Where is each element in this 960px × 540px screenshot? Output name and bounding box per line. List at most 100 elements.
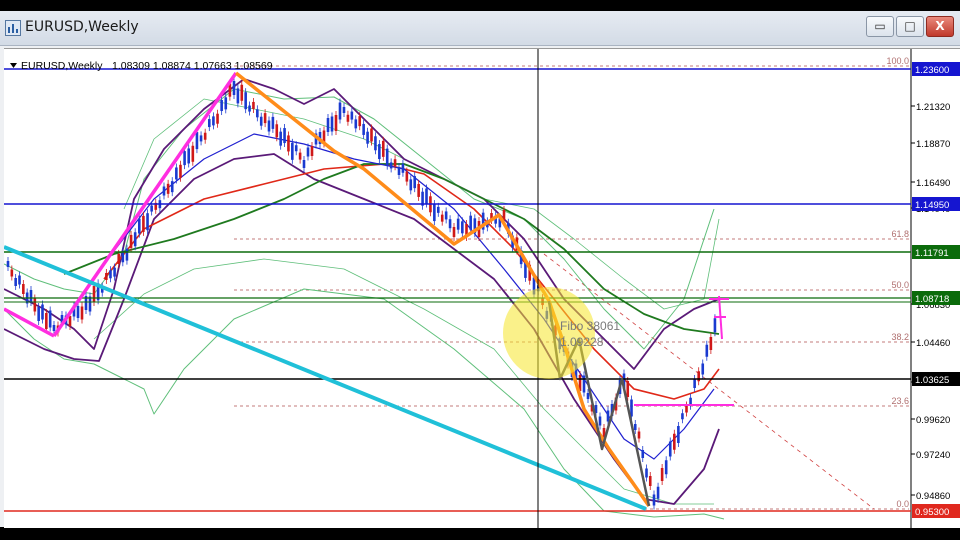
candle-body <box>436 206 440 213</box>
candle-body <box>271 116 275 129</box>
candle-body <box>417 183 420 197</box>
candle-body <box>660 468 664 481</box>
candle-body <box>656 486 660 499</box>
candle-body <box>113 267 116 277</box>
candle-body <box>673 433 676 450</box>
window-title: EURUSD,Weekly <box>25 19 139 35</box>
candle-body <box>652 494 656 506</box>
candle-body <box>45 313 48 329</box>
candle-body <box>452 227 456 237</box>
candle-body <box>358 116 362 127</box>
candle-body <box>240 84 244 101</box>
candle-body <box>330 116 334 132</box>
zigzag-orange <box>234 71 651 508</box>
candle-body <box>502 210 506 220</box>
candle-body <box>68 316 72 326</box>
fibo-level-label: 61.8 <box>891 229 909 239</box>
price-tick-label: 1.18870 <box>916 139 950 150</box>
candle-body <box>440 214 444 222</box>
maximize-button[interactable]: □ <box>896 16 924 37</box>
candle-body <box>216 113 219 124</box>
candle-body <box>29 290 33 302</box>
candle-body <box>6 261 10 267</box>
title-bar[interactable]: EURUSD,Weekly ▭ □ X <box>0 11 960 46</box>
candle-body <box>405 171 409 182</box>
candle-body <box>701 363 705 375</box>
candle-body <box>397 167 401 175</box>
candle-body <box>366 131 369 144</box>
candle-body <box>582 375 586 393</box>
candle-body <box>203 132 207 140</box>
candle-body <box>48 310 52 328</box>
chart-menu-arrow-icon[interactable] <box>10 63 17 68</box>
candle-body <box>598 416 602 426</box>
trendlines[interactable] <box>4 71 734 511</box>
candle-body <box>709 337 713 350</box>
candle-body <box>170 181 174 193</box>
candle-body <box>334 115 338 131</box>
candle-body <box>10 269 14 277</box>
candle-body <box>389 162 393 169</box>
candle-body <box>354 119 358 129</box>
candle-body <box>76 306 80 318</box>
candle-body <box>279 131 282 146</box>
fibo-level-label: 38.2 <box>891 332 909 342</box>
moving-average-green <box>63 163 720 335</box>
candle-body <box>256 109 259 118</box>
candle-body <box>294 145 298 152</box>
candle-body <box>374 136 377 151</box>
minimize-button[interactable]: ▭ <box>866 16 894 37</box>
candle-body <box>142 215 145 232</box>
candle-body <box>14 278 17 286</box>
candle-body <box>267 120 271 132</box>
candle-body <box>681 413 684 420</box>
window-controls: ▭ □ X <box>866 16 954 37</box>
fibo-tooltip-price: 1.09228 <box>560 335 604 349</box>
fibo-tooltip-name: Fibo 38061 <box>560 319 620 333</box>
candle-body <box>125 248 129 261</box>
candle-body <box>52 325 56 331</box>
candle-body <box>252 101 255 109</box>
price-chart[interactable]: 1.213201.188701.164901.140401.068301.044… <box>4 48 960 528</box>
price-badge-label: 1.11791 <box>915 248 949 259</box>
candle-body <box>641 450 645 458</box>
chart-canvas[interactable]: 1.213201.188701.164901.140401.068301.044… <box>4 49 960 528</box>
candle-body <box>224 97 228 110</box>
candle-body <box>283 128 286 144</box>
price-tick-label: 1.16490 <box>916 178 950 189</box>
envelope-upper <box>4 88 715 350</box>
candle-body <box>41 304 44 320</box>
candle-body <box>469 215 472 230</box>
candle-body <box>393 159 397 167</box>
candle-body <box>677 426 680 443</box>
candle-body <box>195 132 199 150</box>
candle-body <box>648 476 652 486</box>
candle-body <box>338 102 342 120</box>
candle-body <box>183 151 186 166</box>
candle-body <box>370 128 373 142</box>
candle-body <box>259 116 263 126</box>
fibo-level-label: 0.0 <box>896 499 909 509</box>
candle-body <box>346 114 350 122</box>
candle-body <box>88 296 92 312</box>
candle-body <box>133 232 137 247</box>
candle-body <box>425 188 428 204</box>
candle-body <box>220 100 223 112</box>
candle-body <box>586 393 590 399</box>
candle-body <box>456 218 460 230</box>
candle-body <box>236 88 240 104</box>
price-tick-label: 0.94860 <box>916 491 950 502</box>
candle-body <box>326 118 330 132</box>
candle-body <box>287 135 290 152</box>
candle-body <box>244 92 247 110</box>
price-badge-label: 0.95300 <box>915 507 949 518</box>
price-badge-label: 1.14950 <box>915 200 949 211</box>
close-button[interactable]: X <box>926 16 954 37</box>
candle-body <box>633 424 637 430</box>
candle-body <box>179 164 182 178</box>
candle-body <box>664 460 668 475</box>
candle-body <box>129 234 133 248</box>
candle-body <box>263 113 267 124</box>
price-tick-label: 1.04460 <box>916 338 950 349</box>
candle-body <box>37 307 40 321</box>
